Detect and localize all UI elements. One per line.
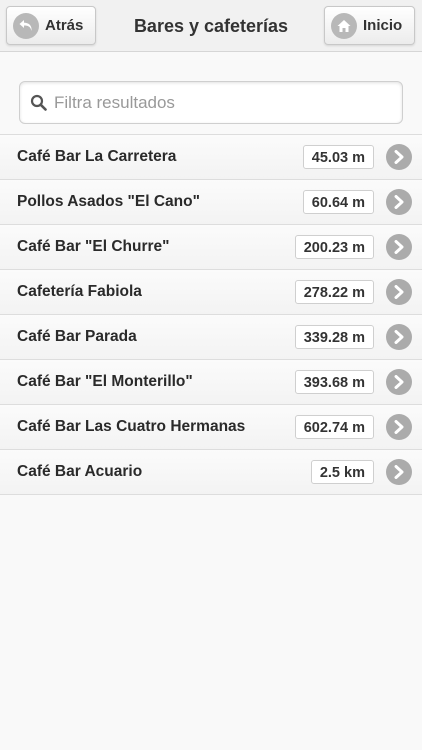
home-button-label: Inicio	[363, 17, 403, 34]
list-item[interactable]: Café Bar Las Cuatro Hermanas 602.74 m	[0, 405, 422, 450]
chevron-right-icon[interactable]	[386, 279, 412, 305]
back-arrow-icon	[13, 12, 39, 39]
place-name: Café Bar Parada	[17, 328, 137, 345]
place-name: Café Bar "El Monterillo"	[17, 373, 193, 390]
distance-badge: 339.28 m	[294, 325, 374, 349]
list-item[interactable]: Cafetería Fabiola 278.22 m	[0, 270, 422, 315]
home-icon	[331, 12, 357, 39]
list-item[interactable]: Pollos Asados "El Cano" 60.64 m	[0, 180, 422, 225]
chevron-right-icon[interactable]	[386, 459, 412, 485]
chevron-right-icon[interactable]	[386, 189, 412, 215]
search-icon	[30, 94, 47, 116]
place-name: Pollos Asados "El Cano"	[17, 193, 200, 210]
list-item[interactable]: Café Bar "El Monterillo" 393.68 m	[0, 360, 422, 405]
search-box	[19, 81, 403, 124]
place-name: Café Bar La Carretera	[17, 148, 177, 165]
chevron-right-icon[interactable]	[386, 414, 412, 440]
list-item[interactable]: Café Bar Parada 339.28 m	[0, 315, 422, 360]
page-title: Bares y cafeterías	[133, 15, 289, 36]
header-bar: Atrás Bares y cafeterías Inicio	[0, 0, 422, 52]
search-input[interactable]	[54, 82, 394, 123]
list-item[interactable]: Café Bar La Carretera 45.03 m	[0, 135, 422, 180]
list-item[interactable]: Café Bar "El Churre" 200.23 m	[0, 225, 422, 270]
distance-badge: 60.64 m	[302, 190, 374, 214]
distance-badge: 200.23 m	[294, 235, 374, 259]
distance-badge: 2.5 km	[310, 460, 374, 484]
distance-badge: 45.03 m	[302, 145, 374, 169]
chevron-right-icon[interactable]	[386, 369, 412, 395]
place-name: Cafetería Fabiola	[17, 283, 142, 300]
list-item[interactable]: Café Bar Acuario 2.5 km	[0, 450, 422, 495]
home-button[interactable]: Inicio	[324, 6, 415, 45]
back-button-label: Atrás	[45, 17, 84, 34]
back-button[interactable]: Atrás	[6, 6, 96, 45]
distance-badge: 602.74 m	[294, 415, 374, 439]
distance-badge: 393.68 m	[294, 370, 374, 394]
distance-badge: 278.22 m	[294, 280, 374, 304]
place-name: Café Bar "El Churre"	[17, 238, 170, 255]
place-name: Café Bar Acuario	[17, 463, 143, 480]
place-name: Café Bar Las Cuatro Hermanas	[17, 418, 246, 435]
chevron-right-icon[interactable]	[386, 234, 412, 260]
chevron-right-icon[interactable]	[386, 324, 412, 350]
results-list: Café Bar La Carretera 45.03 m Pollos Asado…	[0, 134, 422, 495]
chevron-right-icon[interactable]	[386, 144, 412, 170]
